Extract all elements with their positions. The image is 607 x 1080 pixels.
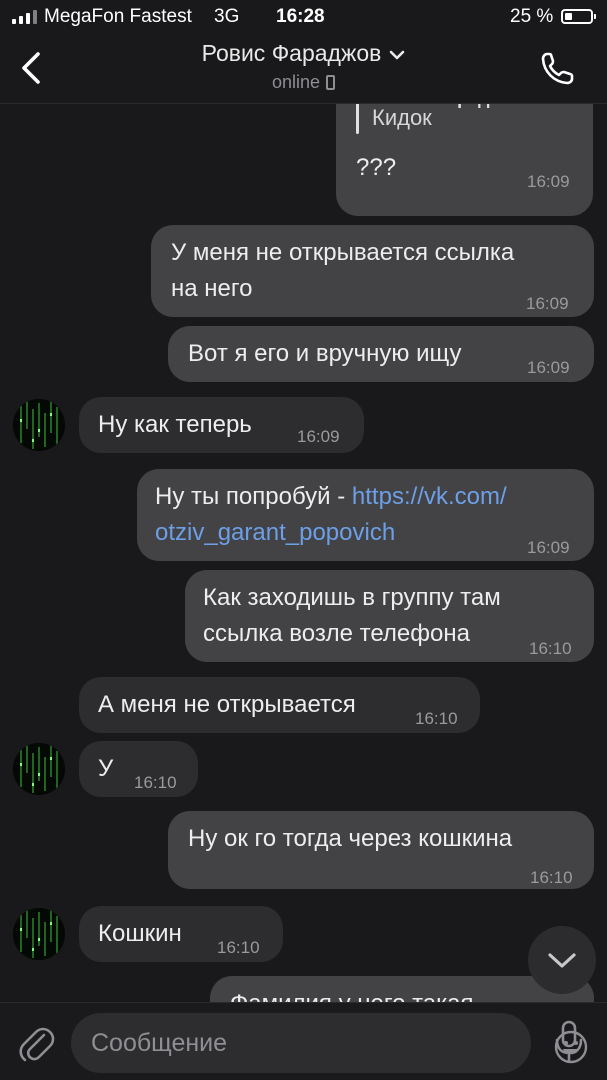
message-time: 16:09 xyxy=(527,358,570,377)
message-bubble-outgoing[interactable]: Вот я его и вручную ищу 16:09 xyxy=(168,326,594,382)
message-bubble-outgoing[interactable]: У меня не открывается ссылка на него 16:… xyxy=(151,225,594,317)
message-bubble-incoming[interactable]: Ну как теперь 16:09 xyxy=(79,397,364,453)
reply-quote-bar xyxy=(356,104,359,134)
mobile-device-icon xyxy=(326,75,336,90)
avatar[interactable] xyxy=(13,908,65,960)
message-text: Вот я его и вручную ищу xyxy=(188,340,462,367)
message-text: ??? xyxy=(356,154,397,181)
status-bar: MegaFon Fastest 3G 16:28 25 % xyxy=(0,0,607,34)
matrix-avatar-image xyxy=(13,743,65,795)
message-bubble-outgoing[interactable]: Ну ты попробуй - https://vk.com/ otziv_g… xyxy=(137,469,594,561)
message-text-line: Ну ты попробуй - https://vk.com/ xyxy=(155,479,507,515)
call-button[interactable] xyxy=(538,50,578,88)
online-status: online xyxy=(271,72,321,92)
network-type: 3G xyxy=(214,6,240,27)
message-link[interactable]: https://vk.com/ xyxy=(352,483,507,510)
status-time: 16:28 xyxy=(276,6,325,27)
message-input[interactable] xyxy=(91,1013,471,1073)
message-time: 16:09 xyxy=(526,294,569,313)
microphone-icon xyxy=(555,1020,583,1063)
message-time: 16:09 xyxy=(297,427,340,446)
message-bubble-incoming[interactable]: У 16:10 xyxy=(79,741,198,797)
message-time: 16:10 xyxy=(529,639,572,658)
message-text-line: Как заходишь в группу там xyxy=(203,584,501,611)
message-time: 16:10 xyxy=(134,773,177,792)
input-bar xyxy=(0,1002,607,1080)
scroll-down-button[interactable] xyxy=(528,926,596,994)
voice-message-button[interactable] xyxy=(552,1019,586,1065)
chevron-down-icon xyxy=(390,50,405,60)
reply-text: Кидок xyxy=(372,105,432,130)
matrix-avatar-image xyxy=(13,399,65,451)
scroll-down-icon xyxy=(548,953,576,968)
message-link[interactable]: otziv_garant_popovich xyxy=(155,515,395,551)
message-text-line: на него xyxy=(171,275,253,302)
carrier-name: MegaFon Fastest xyxy=(44,6,192,27)
chat-header: Ровис Фараджов online xyxy=(0,34,607,104)
avatar[interactable] xyxy=(13,743,65,795)
message-text-line: ссылка возле телефона xyxy=(203,620,470,647)
signal-strength-icon xyxy=(12,10,37,24)
message-text: Ну ты попробуй - xyxy=(155,483,352,510)
matrix-avatar-image xyxy=(13,908,65,960)
message-time: 16:09 xyxy=(527,172,570,191)
message-bubble-outgoing[interactable]: Как заходишь в группу там ссылка возле т… xyxy=(185,570,594,662)
message-text: Фамилия у него такая xyxy=(230,986,474,1002)
message-text: А меня не открывается xyxy=(98,691,356,718)
battery-icon xyxy=(561,9,596,24)
contact-name: Ровис Фараджов xyxy=(201,40,382,66)
message-text: Ну как теперь xyxy=(98,411,252,438)
message-bubble-outgoing[interactable]: Ну ок го тогда через кошкина 16:10 xyxy=(168,811,594,889)
attach-button[interactable] xyxy=(16,1021,56,1065)
message-bubble-incoming[interactable]: Кошкин 16:10 xyxy=(79,906,283,962)
battery-percent: 25 % xyxy=(510,6,554,27)
message-time: 16:10 xyxy=(415,709,458,728)
message-bubble-incoming[interactable]: А меня не открывается 16:10 xyxy=(79,677,480,733)
message-bubble-outgoing[interactable]: Ровис Фараджов Кидок ??? 16:09 xyxy=(336,104,593,216)
contact-status: online xyxy=(0,72,607,93)
message-input-container xyxy=(71,1013,588,1073)
message-text: Ну ок го тогда через кошкина xyxy=(188,825,513,852)
message-text: У xyxy=(98,755,114,782)
contact-title[interactable]: Ровис Фараджов xyxy=(0,40,607,67)
avatar[interactable] xyxy=(13,399,65,451)
message-time: 16:10 xyxy=(217,938,260,957)
message-text-line: У меня не открывается ссылка xyxy=(171,239,515,266)
phone-icon xyxy=(541,52,574,85)
message-text: Кошкин xyxy=(98,920,182,947)
message-list[interactable]: Ровис Фараджов Кидок ??? 16:09 У меня не… xyxy=(0,104,607,1002)
chat-screen: MegaFon Fastest 3G 16:28 25 % Ровис Фара… xyxy=(0,0,607,1080)
paperclip-icon xyxy=(19,1027,55,1062)
message-time: 16:09 xyxy=(527,538,570,557)
message-time: 16:10 xyxy=(530,868,573,887)
